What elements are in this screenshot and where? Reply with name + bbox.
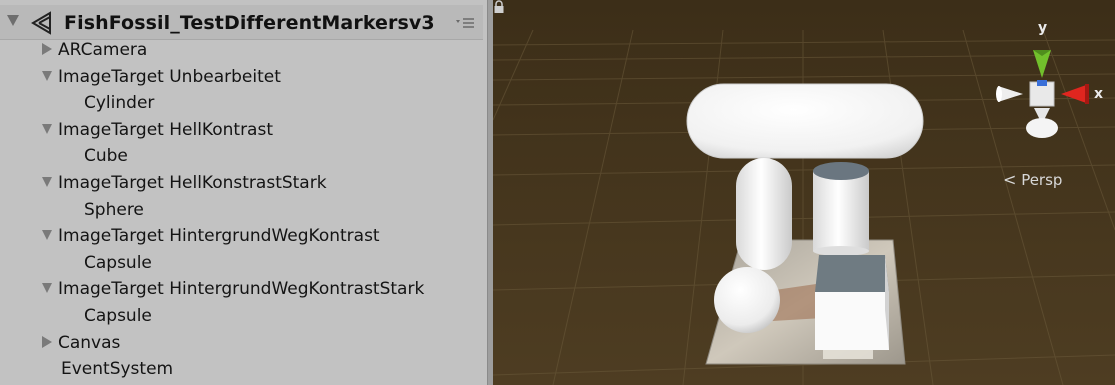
hierarchy-item[interactable]: ImageTarget HintergrundWegKontrast [42,223,380,249]
hierarchy-panel: FishFossil_TestDifferentMarkersv3 ARCame… [0,0,487,385]
x-axis-label: x [1094,86,1104,102]
scene-menu-icon[interactable] [454,14,478,32]
hierarchy-item-label: ARCamera [58,40,148,60]
hierarchy-item[interactable]: EventSystem [61,356,173,382]
scene-header[interactable]: FishFossil_TestDifferentMarkersv3 [0,5,483,40]
scene-view[interactable]: y x < Persp [493,0,1115,385]
expanded-arrow-icon[interactable] [42,177,52,187]
hierarchy-item-label: ImageTarget HellKonstrastStark [58,173,327,193]
hierarchy-item[interactable]: Capsule [84,303,152,329]
orientation-gizmo[interactable]: y x [993,20,1105,145]
expanded-arrow-icon[interactable] [42,70,52,81]
hierarchy-item[interactable]: Capsule [84,250,152,276]
collapsed-arrow-icon[interactable] [42,335,52,348]
hierarchy-item-label: EventSystem [61,359,174,380]
expanded-arrow-icon[interactable] [42,230,52,241]
unity-scene-icon [31,11,51,35]
projection-toggle[interactable]: < Persp [1003,170,1062,189]
hierarchy-item-label: ImageTarget HintergrundWegKontrast [58,226,380,247]
y-axis-label: y [1038,20,1048,36]
capsule-small-object [736,158,792,270]
hierarchy-item[interactable]: Canvas [42,330,120,356]
hierarchy-item[interactable]: ARCamera [42,37,147,63]
hierarchy-item[interactable]: Sphere [84,197,144,223]
lock-icon[interactable] [493,0,505,14]
hierarchy-item-label: Canvas [58,332,121,353]
capsule-object [686,83,924,159]
expanded-arrow-icon[interactable] [42,283,52,294]
hierarchy-item-label: ImageTarget HellKontrast [58,119,273,140]
projection-label: Persp [1021,171,1063,189]
sphere-object [714,267,780,333]
expand-arrow-icon[interactable] [7,15,19,26]
hierarchy-item-label: Capsule [84,306,152,326]
hierarchy-item[interactable]: ImageTarget Unbearbeitet [42,64,281,90]
hierarchy-item-label: ImageTarget Unbearbeitet [58,66,281,87]
hierarchy-item[interactable]: ImageTarget HellKontrast [42,117,273,143]
hierarchy-item[interactable]: ImageTarget HellKonstrastStark [42,170,327,196]
hierarchy-item-label: Cube [84,146,128,167]
cylinder-object [813,171,869,251]
hierarchy-item-label: ImageTarget HintergrundWegKontrastStark [58,279,425,300]
hierarchy-item[interactable]: Cylinder [84,90,154,116]
hierarchy-item-label: Cylinder [84,93,155,114]
scene-title: FishFossil_TestDifferentMarkersv3 [64,12,435,34]
hierarchy-item-label: Capsule [84,252,152,273]
hierarchy-item-label: Sphere [84,199,144,220]
x-axis-cone [1061,84,1089,104]
persp-chevron-icon: < [1003,170,1017,189]
collapsed-arrow-icon[interactable] [42,43,52,55]
expanded-arrow-icon[interactable] [42,123,52,134]
hierarchy-item[interactable]: ImageTarget HintergrundWegKontrastStark [42,276,424,302]
cube-object [815,292,889,350]
unity-editor: FishFossil_TestDifferentMarkersv3 ARCame… [0,0,1115,385]
hierarchy-item[interactable]: Cube [84,143,128,169]
